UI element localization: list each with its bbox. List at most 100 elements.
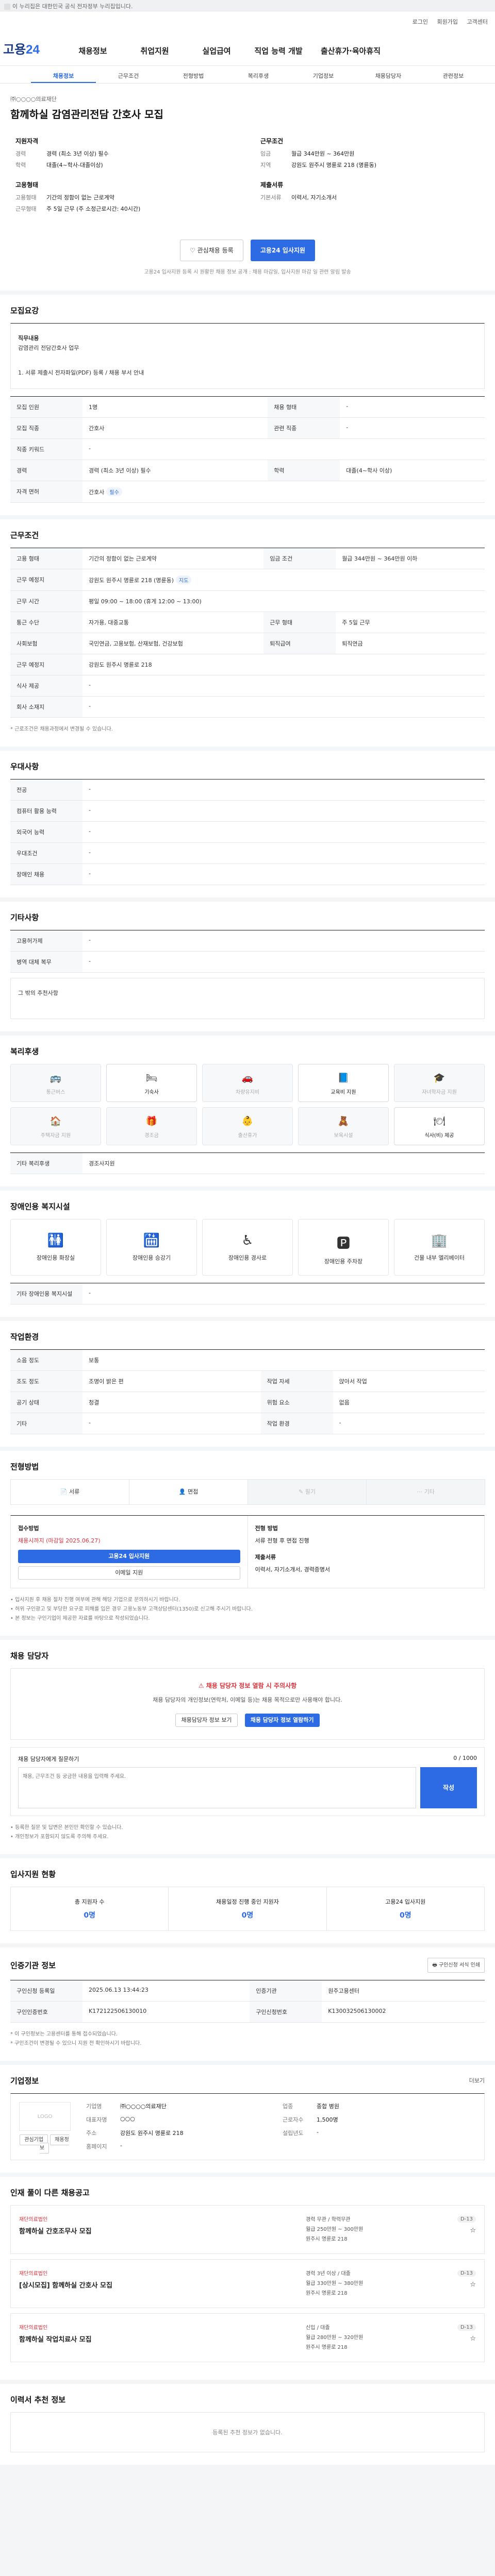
section-stats: 입사지원 현황 총 지원자 수 0명 채용일정 진행 중인 지원자 0명 고용24 … — [0, 1854, 495, 1943]
other-job-card[interactable]: 재단의료법인 [상시모집] 함께하실 간호사 모집 경력 3년 이상 / 대졸 월급… — [10, 2259, 485, 2308]
nav-training[interactable]: 직업 능력 개발 — [248, 45, 309, 56]
agree-contact-button[interactable]: 채용 담당자 정보 열람하기 — [244, 1713, 320, 1727]
alert-icon: ⚠ — [198, 1682, 206, 1690]
process-step: ✎ 필기 — [248, 1479, 367, 1505]
gift-icon: 🎁 — [145, 1116, 158, 1127]
tab-company[interactable]: 기업정보 — [291, 66, 356, 83]
other-job-card[interactable]: 재단의료법인 함께하실 간호조무사 모집 경력 무관 / 학력무관 월급 250만원… — [10, 2205, 485, 2254]
apply-button-2[interactable]: 고용24 입사지원 — [18, 1550, 240, 1564]
section-title: 전형방법 — [10, 1462, 39, 1472]
table-row: 회사 소재지 - — [10, 696, 485, 718]
company-logo: LOGO — [19, 2102, 71, 2131]
ramp-icon: ♿ — [241, 1233, 254, 1249]
section-title: 이력서 추천 정보 — [10, 2395, 66, 2404]
inquiry-send-button[interactable]: 작성 — [420, 1767, 477, 1808]
view-contact-button[interactable]: 채용담당자 정보 보기 — [175, 1713, 238, 1727]
conditions-table: 고용 형태 기간의 정함이 없는 근로계약 임금 조건 월급 344만원 ~ 364만… — [10, 548, 485, 718]
section-title: 작업환경 — [10, 1332, 39, 1342]
flag-icon — [4, 4, 10, 10]
summary-value: 주 5일 근무 (주 소정근로시간: 40시간) — [46, 206, 141, 212]
table-row: 우대조건 - — [10, 842, 485, 865]
process-step: ⋯ 기타 — [366, 1479, 485, 1505]
tab-process[interactable]: 전형방법 — [161, 66, 226, 83]
summary-heading: 고용형태 — [15, 181, 39, 189]
method-body: 서류 전형 후 면접 진행 — [255, 1537, 309, 1545]
inquiry-input[interactable] — [18, 1767, 416, 1808]
company-name: ㈜○○○○의료재단 — [10, 96, 57, 103]
nav-leave[interactable]: 출산휴가·육아휴직 — [309, 45, 392, 56]
section-title: 우대사항 — [10, 762, 39, 772]
disability-item: 🛗 장애인용 승강기 — [106, 1219, 197, 1276]
conditions-note: * 근로조건은 채용과정에서 변경될 수 있습니다. — [10, 726, 113, 733]
nav-support[interactable]: 취업지원 — [124, 45, 186, 56]
table-row: 병역 대체 복무 - — [10, 951, 485, 973]
disability-item: 🚻 장애인용 화장실 — [10, 1219, 101, 1276]
table-row: 경력 경력 (최소 3년 이상) 필수 학력 대졸(4~학사 이상) — [10, 460, 485, 482]
section-title: 복리후생 — [10, 1047, 39, 1057]
job-summary: 지원자격 경력 경력 (최소 3년 이상) 필수 학력 대졸(4~학사-대졸이상) … — [15, 137, 485, 224]
disability-item: 🏢 건물 내부 엘리베이터 — [394, 1219, 485, 1276]
welfare-item: 🎓 자녀학자금 지원 — [394, 1064, 485, 1103]
company-more-link[interactable]: 더보기 — [469, 2076, 485, 2084]
method-title: 전형 방법 — [255, 1525, 278, 1532]
table-row: 컴퓨터 활용 능력 - — [10, 800, 485, 822]
company-box: LOGO 관심기업 채용정보 기업명 ㈜○○○○의료재단 업종 종합 병원 대표자명 ○… — [10, 2093, 485, 2160]
stat-item: 총 지원자 수 0명 — [74, 1898, 105, 1920]
tab-contact[interactable]: 채용담당자 — [356, 66, 421, 83]
bookmark-icon[interactable]: ☆ — [419, 2227, 476, 2234]
help-link[interactable]: 고객센터 — [467, 19, 488, 25]
stats-box: 총 지원자 수 0명 채용일정 진행 중인 지원자 0명 고용24 입사지원 0명 — [10, 1886, 485, 1931]
process-step: 📄 서류 — [10, 1479, 129, 1505]
notice-body: 채용 담당자의 개인정보(연락처, 이메일 등)는 채용 목적으로만 사용해야 … — [153, 1697, 342, 1704]
notice-title: ⚠ 채용 담당자 정보 열람 시 주의사항 — [198, 1682, 297, 1690]
bookmark-icon[interactable]: ☆ — [419, 2281, 476, 2289]
tab-welfare[interactable]: 복리후생 — [226, 66, 291, 83]
stat-item: 고용24 입사지원 0명 — [326, 1887, 484, 1930]
section-recommend: 이력서 추천 정보 등록된 추천 정보가 없습니다. — [0, 2379, 495, 2465]
table-row: 모집 직종 간호사 관련 직종 - — [10, 417, 485, 439]
summary-key: 기본서류 — [260, 194, 282, 201]
house-icon: 🏠 — [50, 1116, 62, 1127]
table-row: 장애인 채용 - — [10, 863, 485, 886]
table-row: 사회보험 국민연금, 고용보험, 산재보험, 건강보험 퇴직급여 퇴직연금 — [10, 633, 485, 655]
summary-value: 강원도 원주시 명륜로 218 (명륜동) — [291, 162, 377, 168]
reginfo-notes: * 이 구인정보는 고용센터를 통해 접수되었습니다. * 구인조건이 변경될 … — [10, 2031, 142, 2046]
nav-benefit[interactable]: 실업급여 — [186, 45, 248, 56]
tab-recruit[interactable]: 채용정보 — [31, 66, 96, 83]
bookmark-icon[interactable]: ☆ — [419, 2335, 476, 2343]
print-icon: 🖶 — [432, 1962, 439, 1968]
print-button[interactable]: 🖶 구인신청 서식 인쇄 — [427, 1957, 485, 1973]
disability-grid: 🚻 장애인용 화장실 🛗 장애인용 승강기 ♿ 장애인용 경사로 🅿 장애인용 주차장 … — [10, 1219, 485, 1276]
email-apply-button[interactable]: 이메일 지원 — [18, 1566, 240, 1580]
welfare-item: 🚗 차량유지비 — [202, 1064, 293, 1103]
apply-method: 접수방법 채용시까지 (마감일 2025.06.27) 고용24 입사지원 이메… — [11, 1516, 248, 1588]
welfare-item: 🎁 경조금 — [106, 1107, 197, 1146]
table-row: 식사 제공 - — [10, 675, 485, 697]
section-other-jobs: 인재 풀이 다른 채용공고 재단의료법인 함께하실 간호조무사 모집 경력 무관 … — [0, 2172, 495, 2380]
apply-title: 접수방법 — [18, 1525, 39, 1532]
parking-icon: 🅿 — [336, 1236, 350, 1252]
duty-body: 감염관리 전담간호사 업무 — [18, 344, 79, 351]
process-steps: 📄 서류 👤 면접 ✎ 필기 ⋯ 기타 — [10, 1479, 485, 1505]
nav-jobs[interactable]: 채용정보 — [62, 45, 124, 56]
book-icon: 📘 — [337, 1073, 350, 1084]
summary-key: 학력 — [15, 162, 26, 168]
section-preference: 우대사항 전공 - 컴퓨터 활용 능력 - 외국어 능력 - 우대조건 - 장애인 채용… — [0, 747, 495, 898]
tab-conditions[interactable]: 근무조건 — [96, 66, 161, 83]
contact-notice: ⚠ 채용 담당자 정보 열람 시 주의사항 채용 담당자의 개인정보(연락처, … — [10, 1668, 485, 1740]
signup-link[interactable]: 회원가입 — [437, 19, 458, 25]
table-row: 공기 상태 청결 위험 요소 없음 — [10, 1392, 485, 1414]
save-job-button[interactable]: ♡ 관심채용 등록 — [180, 240, 243, 261]
tab-related[interactable]: 관련정보 — [421, 66, 486, 83]
duty-line: 1. 서류 제출시 전자파일(PDF) 등록 / 채용 부서 안내 — [18, 369, 144, 377]
workplace-table: 소음 정도 보통 조도 정도 조명이 밝은 편 작업 자세 앉아서 작업 공기 상태 청결… — [10, 1349, 485, 1435]
etc-box-label: 그 밖의 추천사항 — [18, 990, 58, 997]
disability-item: ♿ 장애인용 경사로 — [202, 1219, 293, 1276]
login-link[interactable]: 로그인 — [412, 19, 428, 25]
other-job-card[interactable]: 재단의료법인 함께하실 작업치료사 모집 신입 / 대졸 월급 280만원 ~ 32… — [10, 2313, 485, 2362]
site-logo[interactable]: 고용24 — [0, 39, 40, 57]
section-title: 기타사항 — [10, 913, 39, 923]
section-reginfo: 인증기관 정보 🖶 구인신청 서식 인쇄 구인신청 등록일 2025.06.13 1… — [0, 1943, 495, 2061]
apply-button[interactable]: 고용24 입사지원 — [250, 240, 315, 261]
apply-info: 접수방법 채용시까지 (마감일 2025.06.27) 고용24 입사지원 이메… — [10, 1515, 485, 1589]
